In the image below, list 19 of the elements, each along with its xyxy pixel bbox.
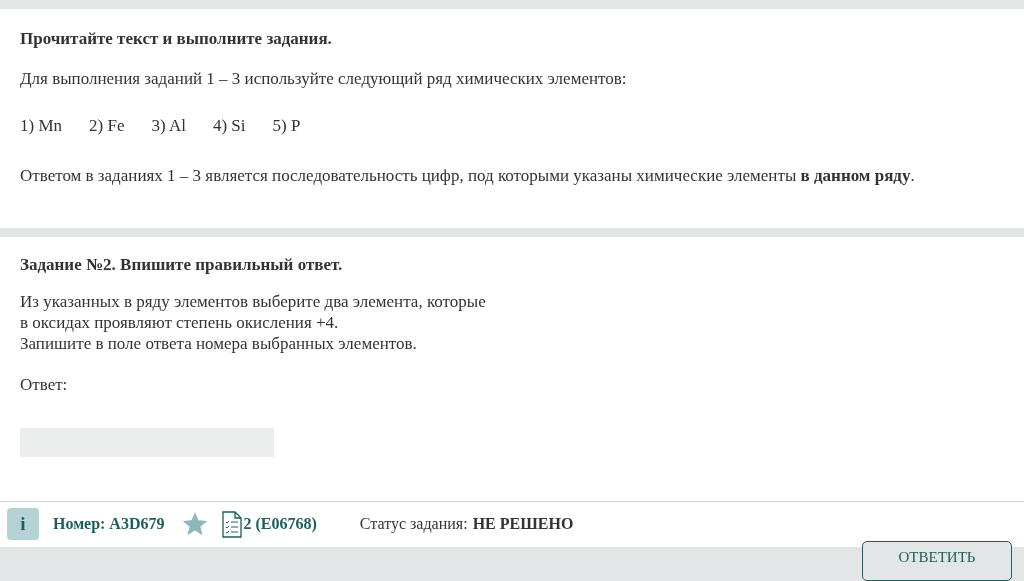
checklist-document-icon[interactable] <box>222 510 243 538</box>
instruction-text: Для выполнения заданий 1 – 3 используйте следующий ряд химических элементов: <box>20 69 628 89</box>
submit-button[interactable]: ОТВЕТИТЬ <box>862 541 1012 581</box>
task-text: Из указанных в ряду элементов выберите два элемента, которые в оксидах проявляют степень окисления +4. Запишите в поле ответа номера выбранных элементов. <box>20 290 487 354</box>
status-value: НЕ РЕШЕНО <box>472 515 574 534</box>
instruction-title: Прочитайте текст и выполните задания. <box>20 29 333 49</box>
element-option: 4) Si <box>212 116 246 136</box>
element-option: 5) P <box>272 116 301 136</box>
element-option: 3) Al <box>151 116 186 136</box>
info-button[interactable]: i <box>7 508 39 541</box>
status-label: Статус задания: <box>359 515 468 534</box>
star-icon[interactable] <box>182 511 209 537</box>
element-option: 2) Fe <box>89 116 125 136</box>
element-option: 1) Mn <box>20 116 63 136</box>
task-link[interactable]: 2 (E06768) <box>243 515 317 534</box>
task-number: Номер: A3D679 <box>53 515 165 534</box>
answer-label: Ответ: <box>20 374 69 395</box>
answer-note: Ответом в заданиях 1 – 3 является последовательность цифр, под которыми указаны химические элементы в данном ряду. <box>20 166 916 186</box>
task-title: Задание №2. Впишите правильный ответ. <box>20 254 344 275</box>
